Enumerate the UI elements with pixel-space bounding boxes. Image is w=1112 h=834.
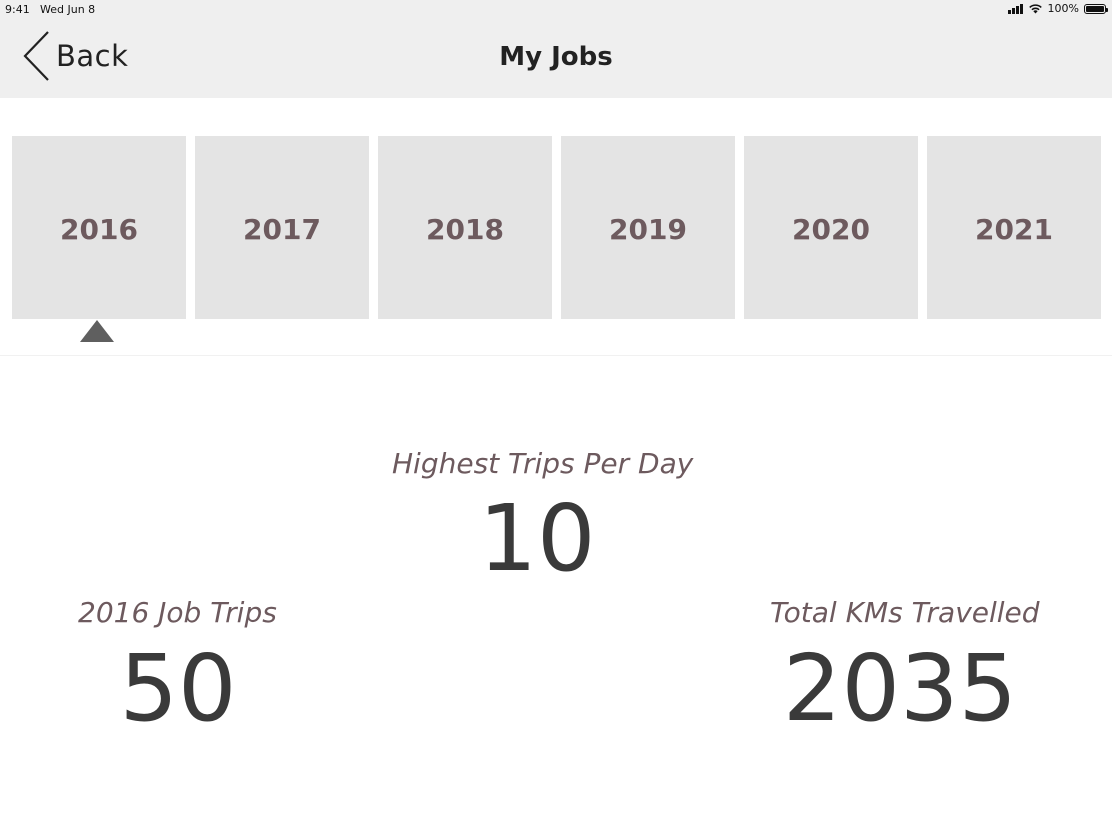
- wifi-icon: [1028, 3, 1043, 14]
- battery-percentage: 100%: [1047, 2, 1079, 15]
- highest-trips-value: 10: [478, 485, 596, 592]
- status-bar: 9:41 Wed Jun 8 100%: [0, 0, 1112, 20]
- year-tab-label: 2016: [60, 213, 138, 246]
- navigation-bar: Back My Jobs: [0, 20, 1112, 98]
- year-tab-label: 2018: [426, 213, 504, 246]
- year-tab-label: 2017: [243, 213, 321, 246]
- status-time: 9:41: [5, 3, 30, 16]
- cellular-signal-icon: [1007, 3, 1023, 14]
- year-tab-label: 2019: [609, 213, 687, 246]
- total-kms-value: 2035: [782, 635, 1018, 742]
- year-tab-label: 2021: [975, 213, 1053, 246]
- total-kms-label: Total KMs Travelled: [770, 596, 1040, 629]
- year-tab-2019[interactable]: 2019: [561, 136, 735, 319]
- job-trips-value: 50: [119, 635, 237, 742]
- battery-icon: [1084, 3, 1108, 14]
- status-date: Wed Jun 8: [40, 3, 96, 16]
- year-tab-2017[interactable]: 2017: [195, 136, 369, 319]
- page-title: My Jobs: [499, 42, 613, 72]
- year-tab-2018[interactable]: 2018: [378, 136, 552, 319]
- selected-triangle-icon: [80, 320, 114, 342]
- year-tab-2020[interactable]: 2020: [744, 136, 918, 319]
- year-tab-2021[interactable]: 2021: [927, 136, 1101, 319]
- year-tab-label: 2020: [792, 213, 870, 246]
- year-tabs: 2016 2017 2018 2019 2020 2021: [12, 136, 1101, 319]
- job-trips-label: 2016 Job Trips: [78, 596, 277, 629]
- divider: [0, 355, 1112, 356]
- year-tab-2016[interactable]: 2016: [12, 136, 186, 319]
- highest-trips-label: Highest Trips Per Day: [392, 447, 694, 480]
- status-indicators: 100%: [1007, 2, 1108, 15]
